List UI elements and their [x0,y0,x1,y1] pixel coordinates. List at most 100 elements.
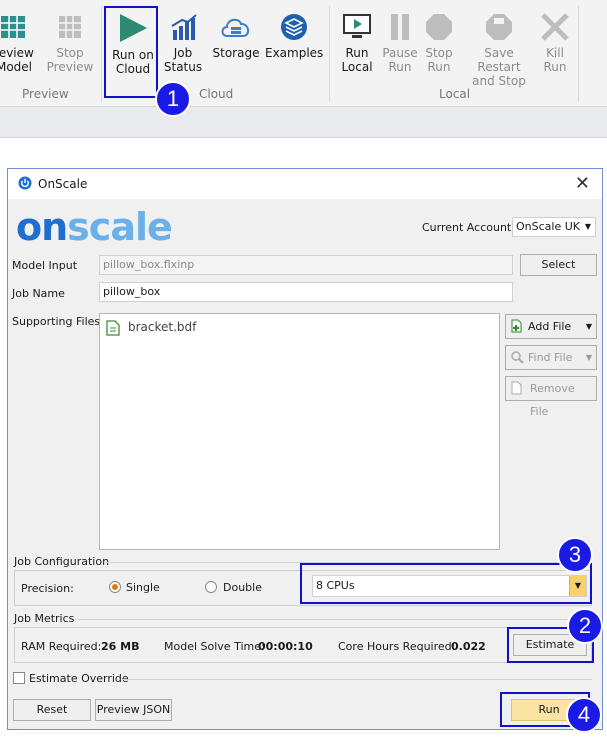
pause-run-label-2: Run [388,60,412,74]
precision-double-radio[interactable] [205,581,217,593]
preview-model-icon [1,16,25,38]
stop-preview-button[interactable]: Stop Preview [44,12,96,74]
stop-preview-label-2: Preview [46,60,94,74]
file-icon [106,320,120,336]
toolbar-strip [0,107,607,138]
add-file-icon [511,319,522,333]
pause-icon [391,14,409,40]
bar-chart-icon [171,14,197,40]
precision-single-radio[interactable] [109,581,121,593]
stop-run-label-1: Stop [425,46,453,60]
job-status-button[interactable]: Job Status [160,12,206,74]
find-file-button[interactable]: Find File ▼ [505,345,597,370]
stop-preview-icon [59,16,81,38]
model-solve-time-value: 00:00:10 [258,640,313,653]
job-name-label: Job Name [12,287,65,300]
file-name: bracket.bdf [128,320,197,334]
examples-button[interactable]: Examples [265,12,323,60]
job-metrics-label: Job Metrics [14,612,75,625]
job-name-input[interactable]: pillow_box [99,282,513,302]
core-hours-label: Core Hours Required: [338,640,456,653]
find-file-label: Find File [528,351,573,364]
step-badge-4: 4 [566,697,602,733]
highlight-cpu-select [300,563,592,604]
ram-required-label: RAM Required: [21,640,102,653]
estimate-override-label: Estimate Override [29,672,129,685]
examples-label: Examples [265,46,324,60]
precision-single-label: Single [126,581,160,594]
remove-file-icon [511,381,522,395]
stop-octagon-icon [426,14,452,40]
group-separator [101,6,102,102]
stop-run-label-2: Run [427,60,451,74]
onscale-power-icon [18,176,32,190]
pause-run-button[interactable]: Pause Run [380,12,420,74]
chevron-down-icon: ▼ [584,222,591,231]
section-divider [78,619,592,620]
precision-double-label: Double [223,581,262,594]
model-solve-time-label: Model Solve Time: [164,640,265,653]
supporting-files-label: Supporting Files [12,315,101,328]
kill-run-button[interactable]: Kill Run [536,12,574,74]
cloud-storage-icon [221,18,249,37]
chevron-down-icon: ▼ [585,353,592,362]
remove-file-button[interactable]: Remove File [505,376,597,418]
group-separator [578,6,579,102]
run-local-button[interactable]: Run Local [335,12,379,74]
group-label-local: Local [439,87,471,101]
kill-run-label-2: Run [543,60,567,74]
preview-model-label-1: review [0,46,34,60]
preview-model-label-2: Model [0,60,33,74]
job-status-label-1: Job [173,46,193,60]
model-input-field: pillow_box.flxinp [99,255,513,275]
group-separator [329,6,330,102]
job-configuration-label: Job Configuration [14,555,110,568]
ram-required-value: 26 MB [101,640,140,653]
core-hours-value: 0.022 [451,640,486,653]
precision-label: Precision: [21,582,74,595]
account-select[interactable]: OnScale UK ▼ [512,217,596,237]
save-restart-button[interactable]: Save Restart and Stop [462,12,536,88]
chevron-down-icon: ▼ [585,322,592,331]
search-icon [511,351,524,364]
estimate-override-checkbox[interactable] [13,672,25,684]
save-restart-label-2: and Stop [472,74,526,88]
onscale-logo: onscale [16,205,173,249]
save-restart-label-1: Save Restart [477,46,521,74]
current-account-label: Current Account: [422,221,515,234]
group-label-cloud: Cloud [199,87,234,101]
close-icon[interactable]: ✕ [575,173,590,194]
highlight-run-on-cloud [104,6,158,98]
pause-run-label-1: Pause [382,46,418,60]
onscale-logo-on: on [16,205,68,249]
storage-button[interactable]: Storage [210,12,262,60]
preview-json-button[interactable]: Preview JSON [95,699,172,721]
select-button[interactable]: Select [520,254,597,276]
ribbon-toolbar: review Model Stop Preview Run on Cloud J… [0,0,607,107]
onscale-logo-scale: scale [67,205,173,249]
model-input-label: Model Input [12,259,78,272]
kill-x-icon [541,13,569,41]
dialog-titlebar: OnScale ✕ [8,169,602,199]
step-badge-1: 1 [155,81,191,117]
job-status-label-2: Status [163,60,203,74]
run-local-label-2: Local [341,60,373,74]
save-stop-icon [486,14,512,40]
add-file-label: Add File [528,320,572,333]
stop-run-button[interactable]: Stop Run [420,12,458,74]
group-label-preview: Preview [22,87,69,101]
run-local-label-1: Run [345,46,369,60]
dialog-title: OnScale [38,177,88,191]
kill-run-label-1: Kill [546,46,564,60]
examples-icon [281,14,307,40]
section-divider [122,679,592,680]
preview-model-button[interactable]: review Model [0,12,34,74]
storage-label: Storage [212,46,260,60]
add-file-button[interactable]: Add File ▼ [505,314,597,339]
monitor-play-icon [343,14,371,38]
stop-preview-label-1: Stop [56,46,84,60]
step-badge-2: 2 [567,608,603,644]
supporting-files-list[interactable]: bracket.bdf [99,313,500,550]
account-value: OnScale UK [516,220,580,233]
reset-button[interactable]: Reset [13,699,91,721]
